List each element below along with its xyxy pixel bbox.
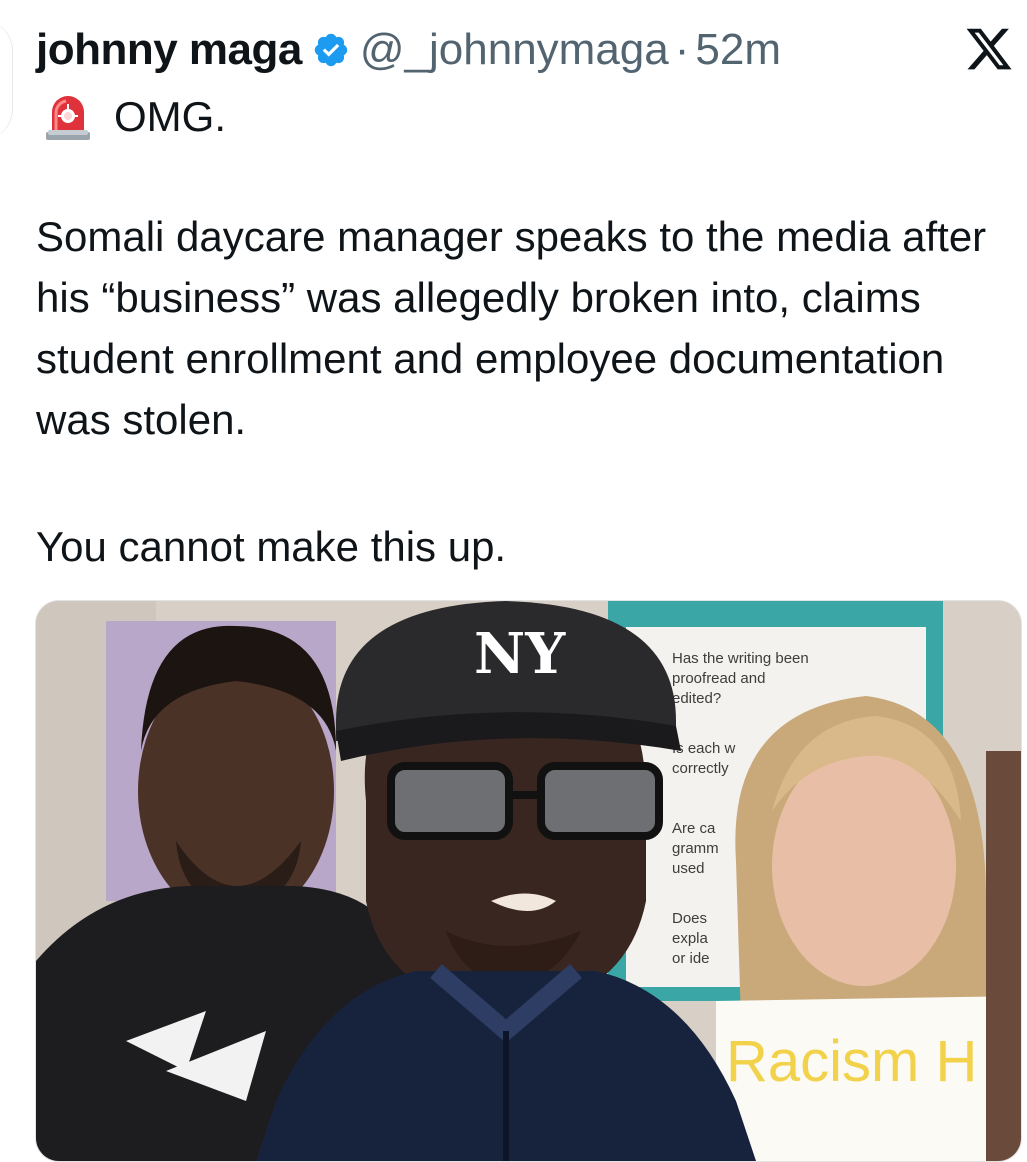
poster-line: edited? <box>672 690 721 707</box>
police-siren-emoji-icon <box>44 92 92 142</box>
separator-dot: · <box>674 25 690 74</box>
glasses-left-lens <box>387 762 513 840</box>
poster-line: correctly <box>672 760 729 777</box>
tweet-opening-text: OMG. <box>114 93 226 140</box>
poster-line: Does <box>672 910 707 927</box>
cap-logo: NY <box>474 621 566 687</box>
x-logo-icon[interactable] <box>964 24 1014 74</box>
previous-tweet-edge <box>0 20 13 140</box>
tweet-body-text: Somali daycare manager speaks to the med… <box>36 213 987 443</box>
poster-line: or ide <box>672 950 710 967</box>
poster-line: Are ca <box>672 820 716 837</box>
poster-line: expla <box>672 930 709 947</box>
author-name[interactable]: johnny maga <box>36 25 302 75</box>
author-handle[interactable]: @_johnnymaga <box>360 25 669 75</box>
glasses-right-lens <box>537 762 663 840</box>
tweet-closing-text: You cannot make this up. <box>36 523 507 570</box>
media-scene: ry Has the writing been proofread and ed… <box>36 601 1021 1161</box>
tweet-header: johnny maga @_johnnymaga · 52m <box>36 22 781 78</box>
verified-badge-icon <box>312 31 350 69</box>
poster-line: used <box>672 860 705 877</box>
timestamp[interactable]: 52m <box>695 25 781 75</box>
poster-line: proofread and <box>672 670 765 687</box>
protest-sign-text: Racism H <box>726 1029 977 1094</box>
person-edge <box>986 751 1021 1161</box>
poster-line: Is each w <box>672 740 736 757</box>
tweet-first-line: OMG. <box>44 92 226 142</box>
tweet-media-image[interactable]: ry Has the writing been proofread and ed… <box>35 600 1022 1162</box>
poster-line: gramm <box>672 840 719 857</box>
poster-line: Has the writing been <box>672 650 809 667</box>
